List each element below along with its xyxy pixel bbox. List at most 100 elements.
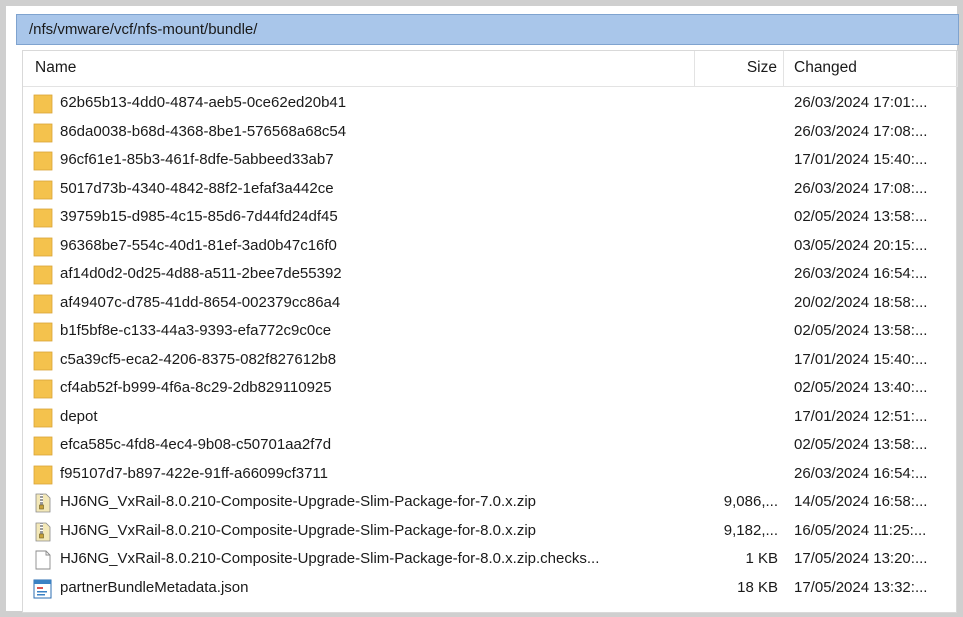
file-size: 9,086,... xyxy=(723,493,778,510)
file-changed: 16/05/2024 11:25:... xyxy=(794,521,927,539)
file-size xyxy=(695,289,778,318)
file-changed: 26/03/2024 17:08:... xyxy=(794,179,928,197)
zip-icon xyxy=(33,522,53,542)
file-name: 96368be7-554c-40d1-81ef-3ad0b47c16f0 xyxy=(60,236,337,254)
file-changed: 02/05/2024 13:58:... xyxy=(794,322,928,339)
file-changed: 02/05/2024 13:58:... xyxy=(794,208,928,225)
file-changed: 17/05/2024 13:20:... xyxy=(794,550,928,567)
file-row[interactable]: 39759b15-d985-4c15-85d6-7d44fd24df45 02/… xyxy=(23,203,958,232)
file-row[interactable]: c5a39cf5-eca2-4206-8375-082f827612b8 17/… xyxy=(23,346,958,375)
folder-icon xyxy=(33,208,53,228)
file-row[interactable]: 96cf61e1-85b3-461f-8dfe-5abbeed33ab7 17/… xyxy=(23,146,958,175)
file-name: af49407c-d785-41dd-8654-002379cc86a4 xyxy=(60,293,341,311)
file-changed: 26/03/2024 16:54:... xyxy=(794,464,928,482)
file-row[interactable]: 96368be7-554c-40d1-81ef-3ad0b47c16f0 03/… xyxy=(23,232,958,261)
file-name-cell: HJ6NG_VxRail-8.0.210-Composite-Upgrade-S… xyxy=(33,488,695,517)
file-row[interactable]: partnerBundleMetadata.json 18 KB 17/05/2… xyxy=(23,574,958,603)
file-size xyxy=(695,260,778,289)
file-row[interactable]: b1f5bf8e-c133-44a3-9393-efa772c9c0ce 02/… xyxy=(23,317,958,346)
folder-icon xyxy=(33,94,53,114)
file-changed: 17/01/2024 15:40:... xyxy=(794,151,928,168)
file-name-cell: f95107d7-b897-422e-91ff-a66099cf3711 xyxy=(33,460,695,489)
file-name: 62b65b13-4dd0-4874-aeb5-0ce62ed20b41 xyxy=(60,94,347,111)
column-header-name[interactable]: Name xyxy=(23,51,695,87)
file-size xyxy=(695,346,778,375)
file-changed: 26/03/2024 17:01:... xyxy=(794,94,928,111)
file-row[interactable]: f95107d7-b897-422e-91ff-a66099cf3711 26/… xyxy=(23,460,958,489)
file-name: HJ6NG_VxRail-8.0.210-Composite-Upgrade-S… xyxy=(60,550,600,567)
folder-icon xyxy=(33,180,53,200)
folder-icon xyxy=(33,379,53,399)
folder-icon xyxy=(33,123,53,143)
file-name-cell: efca585c-4fd8-4ec4-9b08-c50701aa2f7d xyxy=(33,431,695,460)
file-size xyxy=(695,460,778,489)
folder-icon xyxy=(33,408,53,428)
file-name-cell: partnerBundleMetadata.json xyxy=(33,574,695,603)
file-row[interactable]: 86da0038-b68d-4368-8be1-576568a68c54 26/… xyxy=(23,118,958,147)
file-name-cell: 96cf61e1-85b3-461f-8dfe-5abbeed33ab7 xyxy=(33,146,695,175)
folder-icon xyxy=(33,237,53,257)
folder-icon xyxy=(33,465,53,485)
path-bar[interactable]: /nfs/vmware/vcf/nfs-mount/bundle/ xyxy=(16,14,959,45)
file-size xyxy=(695,175,778,204)
column-header: Name Size Changed xyxy=(23,51,958,87)
file-changed: 14/05/2024 16:58:... xyxy=(794,493,928,510)
file-row[interactable]: HJ6NG_VxRail-8.0.210-Composite-Upgrade-S… xyxy=(23,517,958,546)
column-header-size[interactable]: Size xyxy=(695,51,784,87)
file-name-cell: 62b65b13-4dd0-4874-aeb5-0ce62ed20b41 xyxy=(33,89,695,118)
file-row[interactable]: af49407c-d785-41dd-8654-002379cc86a4 20/… xyxy=(23,289,958,318)
file-icon xyxy=(33,550,53,570)
file-name-cell: af49407c-d785-41dd-8654-002379cc86a4 xyxy=(33,289,695,318)
file-changed: 02/05/2024 13:58:... xyxy=(794,436,928,453)
zip-icon xyxy=(33,493,53,513)
file-name-cell: cf4ab52f-b999-4f6a-8c29-2db829110925 xyxy=(33,374,695,403)
file-size xyxy=(695,232,778,261)
file-name: af14d0d2-0d25-4d88-a511-2bee7de55392 xyxy=(60,265,342,282)
file-size xyxy=(695,431,778,460)
file-changed: 17/05/2024 13:32:... xyxy=(794,578,928,596)
file-changed: 17/01/2024 15:40:... xyxy=(794,350,928,368)
folder-icon xyxy=(33,151,53,171)
file-size xyxy=(695,89,778,118)
file-size: 1 KB xyxy=(745,550,778,567)
file-row[interactable]: 5017d73b-4340-4842-88f2-1efaf3a442ce 26/… xyxy=(23,175,958,204)
file-name: 86da0038-b68d-4368-8be1-576568a68c54 xyxy=(60,122,347,140)
file-name-cell: 5017d73b-4340-4842-88f2-1efaf3a442ce xyxy=(33,175,695,204)
file-row[interactable]: depot 17/01/2024 12:51:... xyxy=(23,403,958,432)
folder-icon xyxy=(33,322,53,342)
file-name: 96cf61e1-85b3-461f-8dfe-5abbeed33ab7 xyxy=(60,151,334,168)
file-name: depot xyxy=(60,407,98,425)
file-row[interactable]: HJ6NG_VxRail-8.0.210-Composite-Upgrade-S… xyxy=(23,545,958,574)
file-size: 9,182,... xyxy=(723,521,778,539)
file-name-cell: 86da0038-b68d-4368-8be1-576568a68c54 xyxy=(33,118,695,147)
file-row[interactable]: efca585c-4fd8-4ec4-9b08-c50701aa2f7d 02/… xyxy=(23,431,958,460)
file-size xyxy=(695,118,778,147)
folder-icon xyxy=(33,294,53,314)
file-name-cell: c5a39cf5-eca2-4206-8375-082f827612b8 xyxy=(33,346,695,375)
file-name-cell: b1f5bf8e-c133-44a3-9393-efa772c9c0ce xyxy=(33,317,695,346)
file-size xyxy=(695,374,778,403)
file-name-cell: depot xyxy=(33,403,695,432)
file-list-panel: Name Size Changed 62b65b13-4dd0-4874-aeb… xyxy=(22,50,958,613)
file-row[interactable]: 62b65b13-4dd0-4874-aeb5-0ce62ed20b41 26/… xyxy=(23,89,958,118)
file-name: 5017d73b-4340-4842-88f2-1efaf3a442ce xyxy=(60,179,334,197)
file-name-cell: HJ6NG_VxRail-8.0.210-Composite-Upgrade-S… xyxy=(33,517,695,546)
file-row[interactable]: HJ6NG_VxRail-8.0.210-Composite-Upgrade-S… xyxy=(23,488,958,517)
folder-icon xyxy=(33,265,53,285)
file-changed: 26/03/2024 16:54:... xyxy=(794,265,928,282)
file-size xyxy=(695,317,778,346)
file-browser-window: /nfs/vmware/vcf/nfs-mount/bundle/ Name S… xyxy=(0,0,963,617)
file-name: HJ6NG_VxRail-8.0.210-Composite-Upgrade-S… xyxy=(60,521,537,539)
file-changed: 17/01/2024 12:51:... xyxy=(794,407,928,425)
file-name: c5a39cf5-eca2-4206-8375-082f827612b8 xyxy=(60,350,337,368)
file-name: f95107d7-b897-422e-91ff-a66099cf3711 xyxy=(60,464,329,482)
file-name: cf4ab52f-b999-4f6a-8c29-2db829110925 xyxy=(60,379,332,396)
file-changed: 02/05/2024 13:40:... xyxy=(794,379,928,396)
file-row[interactable]: af14d0d2-0d25-4d88-a511-2bee7de55392 26/… xyxy=(23,260,958,289)
json-file-icon xyxy=(33,579,53,599)
file-row[interactable]: cf4ab52f-b999-4f6a-8c29-2db829110925 02/… xyxy=(23,374,958,403)
file-size: 18 KB xyxy=(737,578,778,596)
file-size xyxy=(695,403,778,432)
column-header-changed[interactable]: Changed xyxy=(784,51,958,87)
file-name: 39759b15-d985-4c15-85d6-7d44fd24df45 xyxy=(60,208,338,225)
